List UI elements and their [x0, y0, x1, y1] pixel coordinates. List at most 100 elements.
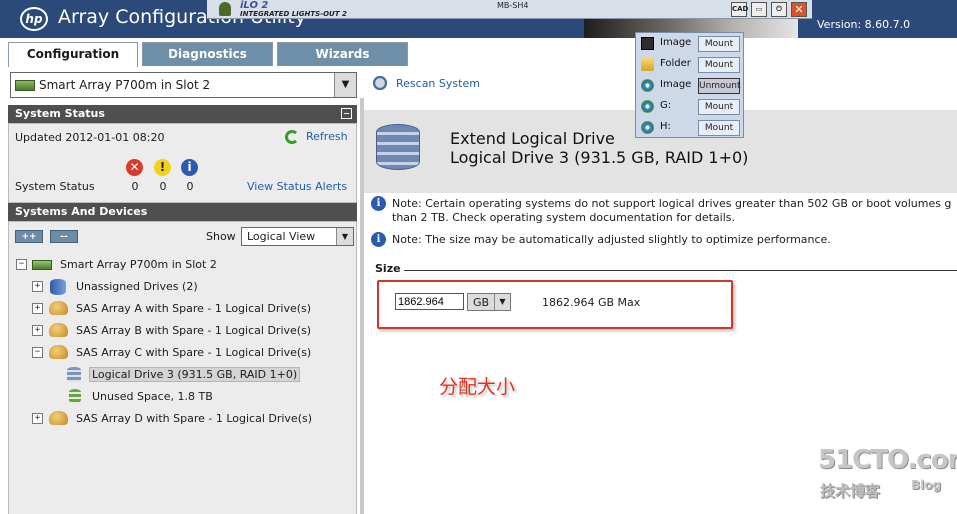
- size-section-label: Size: [375, 262, 401, 275]
- watermark-subtitle: 技术博客: [820, 482, 881, 500]
- tree-item-label: SAS Array B with Spare - 1 Logical Drive…: [76, 324, 312, 337]
- systems-devices-title: Systems And Devices: [15, 205, 148, 218]
- close-icon[interactable]: ✕: [791, 2, 807, 17]
- controller-icon: [15, 80, 35, 91]
- logical-drive-icon: [67, 367, 81, 382]
- ilo-host: MB-SH4: [497, 1, 529, 10]
- main-tabs: Configuration Diagnostics Wizards: [0, 38, 957, 67]
- ilo-logo-icon: [219, 2, 231, 16]
- controller-select-value: Smart Array P700m in Slot 2: [39, 78, 211, 92]
- drive-icon[interactable]: ▭: [751, 2, 767, 17]
- vm-item-floppy-image: Image Mount: [639, 35, 743, 53]
- refresh-icon[interactable]: [285, 130, 299, 144]
- view-select-value: Logical View: [247, 230, 316, 243]
- note-text: Note: The size may be automatically adju…: [392, 233, 831, 246]
- vm-item-label: H:: [660, 121, 671, 132]
- mount-button[interactable]: Mount: [698, 99, 740, 115]
- power-icon[interactable]: ⏻: [771, 2, 787, 17]
- annotation-highlight-box: [377, 280, 733, 329]
- vm-item-drive-h: H: Mount: [639, 119, 743, 137]
- info-icon: i: [181, 159, 198, 176]
- vm-item-label: Image: [660, 37, 692, 48]
- system-status-header: System Status −: [8, 105, 357, 123]
- chevron-down-icon[interactable]: ▼: [334, 73, 356, 97]
- tree-item-label: Unassigned Drives (2): [76, 280, 198, 293]
- system-status-title: System Status: [15, 107, 105, 120]
- hp-logo: hp: [20, 7, 48, 31]
- info-icon: i: [371, 232, 386, 247]
- watermark-blog: Blog: [911, 478, 942, 492]
- array-icon: [49, 345, 68, 359]
- info-count: 0: [186, 180, 194, 193]
- mount-button[interactable]: Mount: [698, 36, 740, 52]
- folder-icon: [641, 58, 654, 71]
- array-icon: [49, 411, 68, 425]
- rescan-system-link[interactable]: Rescan System: [396, 77, 480, 90]
- ilo-subtitle: INTEGRATED LIGHTS-OUT 2: [240, 10, 347, 18]
- unmount-button[interactable]: Unmount: [698, 78, 741, 94]
- expand-icon[interactable]: +: [32, 325, 43, 336]
- vm-item-folder: Folder Mount: [639, 56, 743, 74]
- view-status-alerts-link[interactable]: View Status Alerts: [247, 180, 347, 193]
- mount-button[interactable]: Mount: [698, 57, 740, 73]
- collapse-icon[interactable]: −: [341, 108, 352, 119]
- system-status-label: System Status: [15, 180, 95, 193]
- cd-icon: [641, 100, 654, 113]
- view-select[interactable]: Logical View ▼: [241, 227, 354, 246]
- watermark-site: 51CTO.com: [818, 445, 957, 475]
- unused-space-icon: [69, 389, 81, 403]
- refresh-link[interactable]: Refresh: [306, 130, 348, 143]
- note-text-line1: Note: Certain operating systems do not s…: [392, 197, 952, 210]
- virtual-media-popup: Image Mount Folder Mount Image Unmount G…: [635, 32, 744, 138]
- collapse-icon[interactable]: −: [32, 347, 43, 358]
- error-icon: ✕: [126, 159, 143, 176]
- warning-count: 0: [159, 180, 167, 193]
- systems-devices-panel: ++ -- Show Logical View ▼ − Smart Array …: [8, 221, 357, 514]
- disk-icon: [50, 279, 66, 295]
- tab-configuration[interactable]: Configuration: [8, 42, 138, 67]
- system-status-panel: Updated 2012-01-01 08:20 Refresh ✕ ! i S…: [8, 123, 357, 203]
- array-icon: [49, 301, 68, 315]
- tree-item-label: Logical Drive 3 (931.5 GB, RAID 1+0): [89, 367, 301, 382]
- tree-item-label: SAS Array C with Spare - 1 Logical Drive…: [76, 346, 312, 359]
- cd-icon: [641, 121, 654, 134]
- ilo-toolbar: iLO 2 INTEGRATED LIGHTS-OUT 2 MB-SH4 CAD…: [207, 0, 812, 19]
- array-icon: [49, 323, 68, 337]
- show-label: Show: [206, 230, 236, 243]
- collapse-all-button[interactable]: --: [50, 230, 78, 243]
- rescan-icon[interactable]: [369, 72, 391, 94]
- expand-icon[interactable]: +: [32, 281, 43, 292]
- chevron-down-icon[interactable]: ▼: [336, 228, 353, 245]
- tree-item-label: Unused Space, 1.8 TB: [92, 390, 213, 403]
- info-icon: i: [371, 196, 386, 211]
- controller-select[interactable]: Smart Array P700m in Slot 2 ▼: [10, 72, 357, 98]
- expand-icon[interactable]: +: [32, 413, 43, 424]
- note-text-line2: than 2 TB. Check operating system docume…: [392, 211, 735, 224]
- tab-wizards[interactable]: Wizards: [277, 42, 408, 66]
- cd-icon: [641, 79, 654, 92]
- tab-diagnostics[interactable]: Diagnostics: [142, 42, 273, 66]
- mount-button[interactable]: Mount: [698, 120, 740, 136]
- ctrl-alt-del-button[interactable]: CAD: [731, 2, 748, 17]
- error-count: 0: [131, 180, 139, 193]
- controller-icon: [32, 260, 52, 270]
- expand-icon[interactable]: +: [32, 303, 43, 314]
- tree-item-label: SAS Array A with Spare - 1 Logical Drive…: [76, 302, 312, 315]
- task-title: Extend Logical Drive: [450, 129, 615, 148]
- version-label: Version: 8.60.7.0: [817, 18, 911, 31]
- tree-item-label: SAS Array D with Spare - 1 Logical Drive…: [76, 412, 313, 425]
- annotation-text: 分配大小: [439, 376, 516, 398]
- vm-item-label: Folder: [660, 58, 691, 69]
- vm-item-cd-image: Image Unmount: [639, 77, 743, 95]
- task-subtitle: Logical Drive 3 (931.5 GB, RAID 1+0): [450, 148, 749, 167]
- collapse-icon[interactable]: −: [16, 259, 27, 270]
- warning-icon: !: [154, 159, 171, 176]
- expand-all-button[interactable]: ++: [15, 230, 43, 243]
- size-divider: [404, 270, 957, 271]
- tree-item-label: Smart Array P700m in Slot 2: [60, 258, 217, 271]
- vm-item-label: Image: [660, 79, 692, 90]
- vm-item-drive-g: G: Mount: [639, 98, 743, 116]
- systems-devices-header: Systems And Devices: [8, 203, 357, 221]
- floppy-icon: [641, 37, 654, 50]
- vm-item-label: G:: [660, 100, 672, 111]
